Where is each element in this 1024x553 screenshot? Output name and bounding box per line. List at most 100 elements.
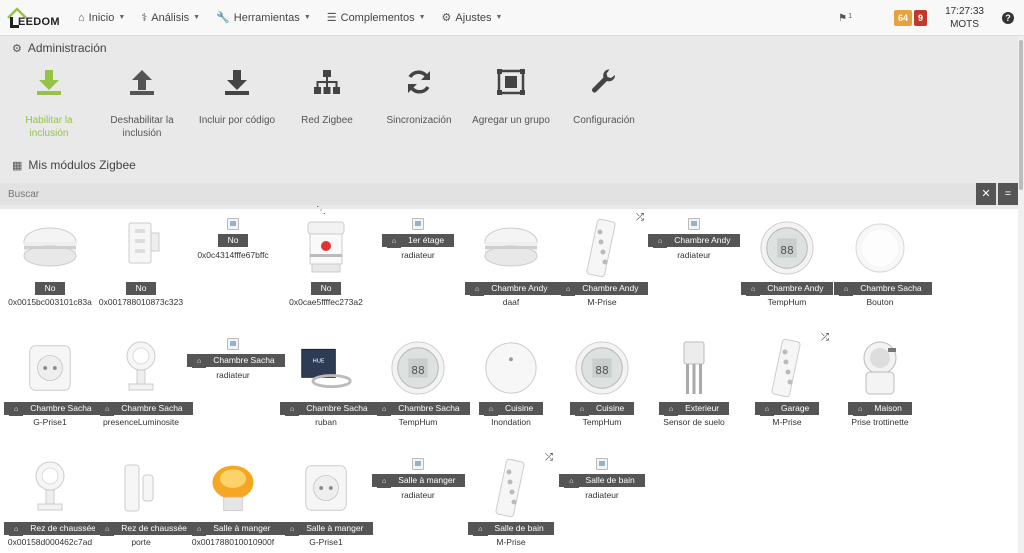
device-object-badge: ⌂ Salle de bain <box>465 522 557 536</box>
room-icon: ⌂ <box>100 403 115 416</box>
device-object-badge: ⌂ Chambre Andy <box>741 282 834 296</box>
shuffle-icon: ⤮ <box>636 212 644 223</box>
device-name: M-Prise <box>772 417 802 427</box>
room-icon: ⌂ <box>564 475 579 488</box>
device-name: 0x001788010010900f <box>191 537 275 547</box>
device-object-badge: ⌂ Chambre Sacha <box>280 402 378 416</box>
device-object-label: Chambre Andy <box>577 282 644 295</box>
clock[interactable]: 17:27:33 MOTS <box>945 5 984 31</box>
scrollbar-thumb[interactable] <box>1019 40 1023 190</box>
device-name: TempHum <box>582 417 622 427</box>
nav-inicio[interactable]: ⌂ Inicio ▼ <box>70 0 133 36</box>
nav-herramientas[interactable]: 🔧 Herramientas ▼ <box>208 0 319 36</box>
messages-count: 1 <box>848 12 853 20</box>
device-object-label: Salle de bain <box>580 474 640 487</box>
shuffle-icon: ⤮ <box>821 332 829 343</box>
device-object-label: Chambre Sacha <box>855 282 927 295</box>
disable-inclusion-button[interactable]: Deshabilitar la inclusión <box>107 66 177 140</box>
device-object-label: Maison <box>869 402 907 415</box>
device-object-badge: ⌂ Chambre Sacha <box>4 402 102 416</box>
device-name: TempHum <box>767 297 807 307</box>
room-icon: ⌂ <box>9 523 24 536</box>
warning-badge[interactable]: 64 <box>894 10 913 26</box>
caret-down-icon: ▼ <box>118 14 126 21</box>
device-name: 0x0c4314fffe67bffc <box>197 250 269 260</box>
device-name: presenceLuminosite <box>102 417 180 427</box>
jeedom-logo[interactable]: EEDOM <box>4 3 60 33</box>
scrollbar[interactable] <box>1018 36 1024 553</box>
modules-title: ▦ Mis módulos Zigbee <box>12 158 136 172</box>
home-icon: ⌂ <box>78 11 85 24</box>
clock-time: 17:27:33 <box>945 6 984 17</box>
device-object-badge: No <box>4 282 96 295</box>
flag-icon: ⚑ <box>838 12 848 24</box>
device-object-label: Cuisine <box>590 402 630 415</box>
gear-icon: ⚙ <box>441 12 452 24</box>
svg-text:88: 88 <box>780 244 794 257</box>
modules-title-text: Mis módulos Zigbee <box>28 158 136 172</box>
device-name: 0x0015bc003101c83a <box>8 297 92 307</box>
device-name: G-Prise1 <box>309 537 343 547</box>
broken-image-icon <box>412 218 424 230</box>
zigbee-network-button[interactable]: Red Zigbee <box>292 66 362 127</box>
door-sensor-image <box>113 458 169 518</box>
room-icon: ⌂ <box>746 283 761 296</box>
device-name: porte <box>131 537 151 547</box>
enable-inclusion-label: Habilitar la inclusión <box>25 115 73 139</box>
device-object-badge: ⌂ 1er étage <box>372 234 464 248</box>
search-input[interactable] <box>0 188 960 200</box>
nav-ajustes[interactable]: ⚙ Ajustes ▼ <box>434 0 511 36</box>
room-icon: ⌂ <box>473 523 488 536</box>
object-group-icon <box>470 66 552 98</box>
wall-switch-image <box>113 218 169 278</box>
collapse-button[interactable]: = <box>998 183 1018 205</box>
synchronization-button[interactable]: Sincronización <box>381 66 457 127</box>
question-circle-icon[interactable]: ? <box>1002 12 1014 24</box>
device-object-badge: ⌂ Rez de chaussée <box>4 522 106 536</box>
nav-ajustes-label: Ajustes <box>455 11 492 24</box>
sitemap-icon <box>292 66 362 98</box>
room-icon: ⌂ <box>759 403 774 416</box>
download-icon <box>14 66 84 98</box>
led-strip-image: HUE <box>298 338 354 398</box>
device-name: daaf <box>502 297 520 307</box>
device-object-label: Chambre Sacha <box>25 402 97 415</box>
gear-icon: ⚙ <box>12 42 22 55</box>
device-name: Bouton <box>866 297 894 307</box>
room-icon: ⌂ <box>192 523 207 536</box>
device-grid: No 0x0015bc003101c83a No 0x001788010873c323… <box>0 208 1018 553</box>
clear-search-button[interactable]: ✕ <box>976 183 996 205</box>
smoke-detector-image <box>483 218 539 278</box>
device-name: Sensor de suelo <box>663 417 725 427</box>
device-name: G-Prise1 <box>33 417 67 427</box>
device-object-label: Salle à manger <box>301 522 369 535</box>
device-name: 0x00158d000462c7ad <box>7 537 93 547</box>
nav-complementos[interactable]: ☰ Complementos ▼ <box>319 0 434 36</box>
device-object-badge: No <box>95 282 187 295</box>
device-object-label: Chambre Sacha <box>301 402 373 415</box>
room-icon: ⌂ <box>192 355 207 368</box>
device-name: M-Prise <box>496 537 526 547</box>
smart-plug-image <box>298 458 354 518</box>
motion-sensor-image <box>22 458 78 518</box>
button-image <box>852 218 908 278</box>
add-group-label: Agregar un grupo <box>472 115 550 126</box>
thermometer-image: 88 <box>574 338 630 398</box>
nav-analisis[interactable]: ⚕ Análisis ▼ <box>133 0 208 36</box>
device-object-badge: ⌂ Chambre Sacha <box>372 402 470 416</box>
list-icon: ☰ <box>326 12 337 24</box>
nav-complementos-label: Complementos <box>340 11 415 24</box>
messages-button[interactable]: ⚑ 1 <box>838 13 852 24</box>
include-by-code-button[interactable]: Incluir por código <box>197 66 277 127</box>
add-group-button[interactable]: Agregar un grupo <box>470 66 552 127</box>
danger-badge[interactable]: 9 <box>914 10 928 26</box>
outdoor-plug-image <box>852 338 908 398</box>
thermometer-image: 88 <box>390 338 446 398</box>
room-icon: ⌂ <box>483 403 498 416</box>
enable-inclusion-button[interactable]: Habilitar la inclusión <box>14 66 84 140</box>
device-object-label: Salle de bain <box>489 522 549 535</box>
smart-plug-image <box>22 338 78 398</box>
device-object-label: Chambre Sacha <box>116 402 188 415</box>
device-object-label: Salle à manger <box>393 474 461 487</box>
configuration-button[interactable]: Configuración <box>569 66 639 127</box>
